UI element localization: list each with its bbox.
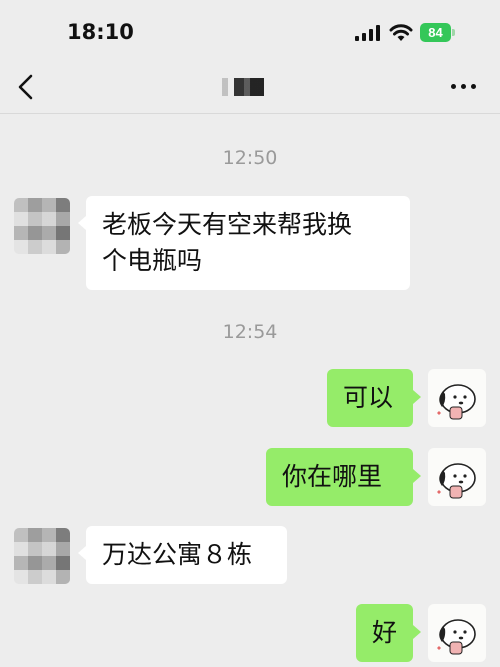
message-text-line: 老板今天有空来帮我换 (102, 210, 353, 239)
user-avatar[interactable] (428, 448, 486, 506)
user-avatar[interactable] (428, 604, 486, 662)
contact-avatar[interactable] (14, 198, 70, 254)
chat-title-redacted (222, 78, 264, 96)
bubble-tail (413, 390, 421, 404)
puppy-avatar-icon (437, 619, 476, 655)
puppy-avatar-icon (437, 463, 476, 499)
cellular-signal-icon (355, 25, 380, 41)
message-text: 万达公寓８栋 (102, 540, 253, 569)
contact-avatar[interactable] (14, 528, 70, 584)
bubble-tail (78, 546, 86, 560)
outgoing-message-bubble[interactable]: 你在哪里 (266, 448, 413, 506)
status-time: 18:10 (67, 20, 134, 44)
bubble-tail (78, 216, 86, 230)
header-divider (0, 113, 500, 114)
bubble-tail (413, 625, 421, 639)
message-timestamp: 12:54 (222, 321, 278, 343)
outgoing-message-bubble[interactable]: 好 (356, 604, 413, 662)
message-timestamp: 12:50 (222, 147, 278, 169)
incoming-message-bubble[interactable]: 老板今天有空来帮我换 个电瓶吗 (86, 196, 410, 290)
message-text: 好 (372, 618, 398, 647)
status-bar: 18:10 84 (0, 0, 500, 60)
message-text: 可以 (343, 383, 394, 412)
chat-header (0, 60, 500, 113)
puppy-avatar-icon (437, 384, 476, 420)
more-horizontal-icon[interactable] (450, 82, 478, 92)
battery-icon: 84 (420, 23, 456, 42)
incoming-message-bubble[interactable]: 万达公寓８栋 (86, 526, 287, 584)
wifi-icon (389, 24, 413, 41)
battery-level: 84 (420, 23, 451, 42)
user-avatar[interactable] (428, 369, 486, 427)
chevron-left-icon[interactable] (16, 74, 36, 100)
message-text: 你在哪里 (282, 462, 383, 491)
outgoing-message-bubble[interactable]: 可以 (327, 369, 413, 427)
message-text-line: 个电瓶吗 (102, 246, 203, 275)
bubble-tail (413, 469, 421, 483)
